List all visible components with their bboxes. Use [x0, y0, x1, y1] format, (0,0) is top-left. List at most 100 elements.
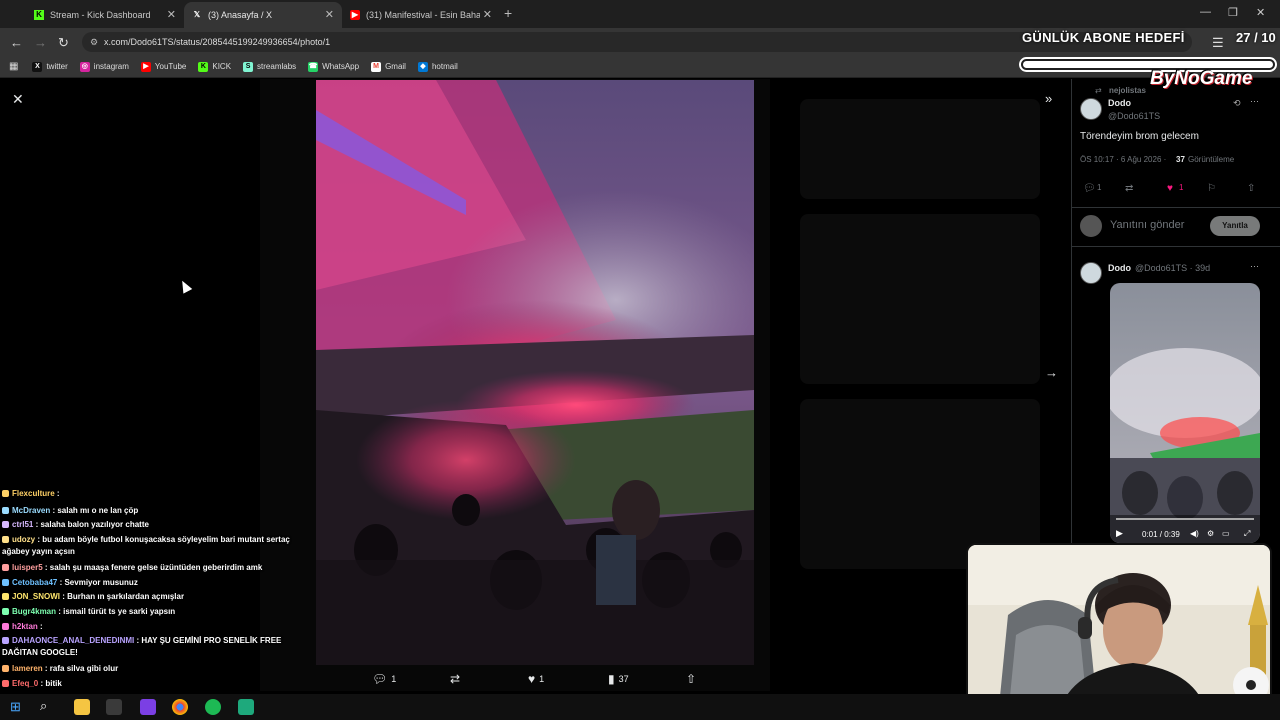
chat-badge-icon	[2, 536, 9, 543]
chat-username: Flexculture	[12, 489, 55, 498]
grok-icon[interactable]: ⟲	[1233, 98, 1241, 109]
share-icon[interactable]: ⇧	[1247, 183, 1255, 194]
restore-icon[interactable]: ❐	[1228, 6, 1238, 19]
volume-icon[interactable]: ◀)	[1190, 529, 1199, 538]
subscriber-goal-fill	[1023, 61, 1273, 68]
tweet-action-row: 💬︎ 1 ⇄ ♥ 1 ⚐ ⇧	[1083, 183, 1263, 197]
taskbar-app-icon[interactable]	[106, 699, 122, 715]
chat-text: bu adam böyle futbol konuşacaksa söyleye…	[2, 535, 290, 556]
minimize-icon[interactable]: —	[1200, 6, 1211, 18]
close-window-icon[interactable]: ✕	[1256, 6, 1265, 19]
windows-start-icon[interactable]: ⊞	[10, 699, 21, 715]
taskbar-app-icon[interactable]	[140, 699, 156, 715]
bookmark-label: streamlabs	[257, 62, 297, 71]
reply-input[interactable]: Yanıtını gönder	[1110, 219, 1184, 231]
reply-video[interactable]: ▶ 0:01 / 0:39 ◀) ⚙ ▭ ⤢	[1110, 283, 1260, 543]
more-options-icon[interactable]: ⋯	[1250, 96, 1259, 107]
views-chart-icon: ▮	[608, 672, 615, 686]
tab-kick-dashboard[interactable]: K Stream - Kick Dashboard ✕	[26, 2, 184, 28]
chat-badge-icon	[2, 579, 9, 586]
collapse-sidebar-icon[interactable]: »	[1045, 91, 1052, 106]
pip-icon[interactable]: ▭	[1222, 529, 1230, 538]
streamer-logo: ByNoGame	[1150, 68, 1253, 89]
close-tab-icon[interactable]: ✕	[325, 8, 334, 21]
bookmark-streamlabs[interactable]: Sstreamlabs	[243, 61, 297, 72]
heart-icon[interactable]: ♥	[1167, 183, 1173, 194]
bookmark-label: WhatsApp	[322, 62, 360, 71]
author-name[interactable]: Dodo	[1108, 98, 1131, 108]
stream-chat-overlay: Flexculture : McDraven : salah mı o ne l…	[0, 488, 310, 706]
more-options-icon[interactable]: ⋯	[1250, 261, 1259, 272]
avatar[interactable]	[1080, 98, 1102, 120]
reply-author-name[interactable]: Dodo	[1108, 263, 1131, 273]
chat-badge-icon	[2, 608, 9, 615]
tab-x-home[interactable]: 𝕏 (3) Anasayfa / X ✕	[184, 2, 342, 28]
reply-button[interactable]: Yanıtla	[1210, 216, 1260, 236]
chat-message: JON_SNOWI : Burhan ın şarkılardan açmışl…	[2, 591, 302, 603]
chat-username: Cetobaba47	[12, 578, 58, 587]
bookmark-gmail[interactable]: M Gmail	[371, 61, 406, 72]
new-tab-icon[interactable]: +	[504, 5, 512, 21]
bookmark-label: YouTube	[154, 62, 187, 71]
close-tab-icon[interactable]: ✕	[479, 8, 492, 21]
windows-taskbar: ⊞ ⌕	[0, 694, 1280, 720]
forward-icon[interactable]: →	[34, 35, 47, 50]
photo-views-button[interactable]: ▮ 37	[608, 672, 629, 686]
streamer-webcam	[966, 543, 1272, 715]
photo-repost-button[interactable]: ⇄	[450, 672, 464, 686]
kick-icon: K	[34, 10, 44, 20]
instagram-icon: ◎	[79, 61, 90, 72]
chat-message: ctrl51 : salaha balon yazılıyor chatte	[2, 519, 302, 531]
bookmark-label: twitter	[46, 62, 68, 71]
apps-grid-icon[interactable]: ▦	[9, 61, 18, 72]
next-photo-icon[interactable]: →	[1045, 365, 1058, 380]
retweeted-by[interactable]: nejolistas	[1109, 86, 1146, 95]
close-tab-icon[interactable]: ✕	[167, 8, 176, 21]
reply-meta[interactable]: @Dodo61TS · 39d	[1135, 263, 1210, 273]
webcam-feed-image	[968, 545, 1270, 713]
bookmark-whatsapp[interactable]: ☎ WhatsApp	[308, 61, 360, 72]
taskbar-app-icon[interactable]	[238, 699, 254, 715]
bookmark-twitter[interactable]: Xtwitter	[32, 61, 68, 72]
chat-badge-icon	[2, 564, 9, 571]
photo-like-button[interactable]: ♥ 1	[528, 672, 544, 686]
video-thumbnail	[1110, 283, 1260, 543]
author-handle[interactable]: @Dodo61TS	[1108, 111, 1160, 121]
chrome-icon[interactable]	[172, 699, 188, 715]
tweet-timestamp[interactable]: ÖS 10:17 · 6 Ağu 2026 ·	[1080, 155, 1166, 164]
chat-badge-icon	[2, 593, 9, 600]
settings-icon[interactable]: ⚙	[1207, 529, 1214, 538]
tab-youtube[interactable]: ▶ (31) Manifestival - Esin Bahat In ✕	[342, 2, 500, 28]
fullscreen-icon[interactable]: ⤢	[1244, 529, 1250, 539]
file-explorer-icon[interactable]	[74, 699, 90, 715]
avatar[interactable]	[1080, 262, 1102, 284]
chat-text: rafa silva gibi olur	[49, 664, 119, 673]
reply-icon[interactable]: 💬︎	[1083, 183, 1096, 194]
bookmark-hotmail[interactable]: ◆ hotmail	[417, 61, 458, 72]
tweet-photo[interactable]	[316, 80, 754, 665]
play-icon[interactable]: ▶	[1116, 528, 1123, 539]
chat-username: Efeq_0	[12, 679, 39, 688]
back-icon[interactable]: ←	[10, 35, 23, 50]
view-count: 37	[618, 674, 629, 684]
bookmark-icon[interactable]: ⚐	[1207, 183, 1216, 194]
close-viewer-icon[interactable]: ✕	[12, 91, 24, 108]
search-icon[interactable]: ⌕	[40, 698, 47, 714]
chat-text: Sevmiyor musunuz	[64, 578, 138, 587]
menu-icon[interactable]: ☰	[1212, 35, 1224, 51]
reload-icon[interactable]: ↻	[58, 35, 69, 51]
repost-icon[interactable]: ⇄	[1125, 183, 1133, 194]
whatsapp-icon: ☎	[308, 61, 319, 72]
chat-text: salah mı o ne lan çöp	[57, 506, 139, 515]
bookmark-kick[interactable]: K KICK	[198, 61, 231, 72]
chat-username: McDraven	[12, 506, 51, 515]
bookmark-youtube[interactable]: ▶ YouTube	[140, 61, 187, 72]
subscriber-goal-count: 27 / 10	[1236, 30, 1276, 45]
chat-username: luisper5	[12, 563, 43, 572]
photo-reply-button[interactable]: 💬︎ 1	[372, 672, 396, 686]
subscriber-goal-title: GÜNLÜK ABONE HEDEFİ	[1022, 30, 1185, 45]
site-info-icon[interactable]: ⚙	[90, 32, 98, 52]
spotify-icon[interactable]	[205, 699, 221, 715]
photo-share-button[interactable]: ⇧	[686, 672, 700, 686]
bookmark-instagram[interactable]: ◎ instagram	[79, 61, 129, 72]
